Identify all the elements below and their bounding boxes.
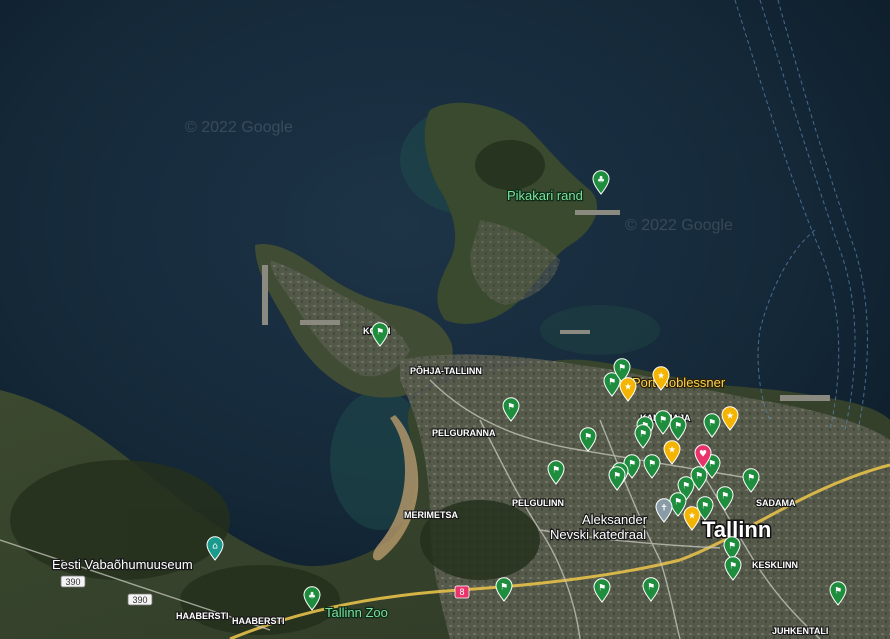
star-icon: ★ bbox=[688, 511, 696, 521]
poi-label-nevsky-1[interactable]: Aleksander bbox=[581, 511, 649, 528]
poi-label-open-air-museum[interactable]: Eesti Vabaõhumuuseum bbox=[51, 556, 194, 573]
flag-icon: ⚑ bbox=[729, 561, 737, 571]
flag-icon: ⚑ bbox=[708, 418, 716, 428]
flag-icon: ⚑ bbox=[639, 429, 647, 439]
map-watermark: © 2022 Google bbox=[185, 119, 293, 136]
flag-icon: ⚑ bbox=[608, 377, 616, 387]
district-label: JUHKENTALI bbox=[772, 626, 828, 636]
flag-icon: ⚑ bbox=[674, 421, 682, 431]
star-icon: ★ bbox=[668, 445, 676, 455]
flag-icon: ⚑ bbox=[728, 541, 736, 551]
star-icon: ★ bbox=[657, 371, 665, 381]
flag-icon: ⚑ bbox=[701, 501, 709, 511]
flag-icon: ⚑ bbox=[618, 363, 626, 373]
flag-icon: ⚑ bbox=[500, 582, 508, 592]
district-label: HAABERSTI bbox=[232, 616, 285, 626]
heart-icon: ♥ bbox=[699, 449, 707, 459]
svg-text:390: 390 bbox=[132, 595, 147, 605]
flag-icon: ⚑ bbox=[613, 471, 621, 481]
flag-icon: ⚑ bbox=[695, 471, 703, 481]
flag-icon: ⚑ bbox=[747, 473, 755, 483]
star-icon: ★ bbox=[624, 382, 632, 392]
flag-icon: ⚑ bbox=[598, 583, 606, 593]
flag-icon: ⚑ bbox=[507, 402, 515, 412]
poi-label-port-noblessner[interactable]: Port Noblessner bbox=[631, 374, 727, 391]
satellite-map[interactable]: © 2022 Google © 2022 Google 390 390 8 KO… bbox=[0, 0, 890, 639]
park-icon: ♣ bbox=[597, 175, 605, 185]
flag-icon: ⚑ bbox=[376, 327, 384, 337]
district-label: HAABERSTI bbox=[176, 611, 229, 621]
museum-icon: ⌂ bbox=[212, 541, 218, 551]
flag-icon: ⚑ bbox=[674, 497, 682, 507]
flag-icon: ⚑ bbox=[721, 491, 729, 501]
district-label: SADAMA bbox=[756, 498, 796, 508]
svg-text:390: 390 bbox=[65, 577, 80, 587]
cross-icon: ✝ bbox=[660, 503, 668, 513]
road-shield: 390 bbox=[60, 575, 86, 588]
map-watermark: © 2022 Google bbox=[625, 217, 733, 234]
star-icon: ★ bbox=[726, 411, 734, 421]
district-label: PELGURANNA bbox=[432, 428, 496, 438]
district-label: PELGULINN bbox=[512, 498, 564, 508]
flag-icon: ⚑ bbox=[648, 459, 656, 469]
flag-icon: ⚑ bbox=[647, 582, 655, 592]
flag-icon: ⚑ bbox=[552, 465, 560, 475]
road-shield: 8 bbox=[454, 585, 470, 599]
poi-label-pikakari-rand[interactable]: Pikakari rand bbox=[506, 187, 584, 204]
flag-icon: ⚑ bbox=[834, 586, 842, 596]
flag-icon: ⚑ bbox=[584, 432, 592, 442]
flag-icon: ⚑ bbox=[628, 459, 636, 469]
district-label: PÕHJA-TALLINN bbox=[410, 366, 482, 376]
district-label: KESKLINN bbox=[752, 560, 798, 570]
district-label: MERIMETSA bbox=[404, 510, 459, 520]
road-shield: 390 bbox=[127, 593, 153, 606]
poi-label-tallinn-zoo[interactable]: Tallinn Zoo bbox=[324, 604, 389, 621]
flag-icon: ⚑ bbox=[682, 481, 690, 491]
svg-text:8: 8 bbox=[459, 587, 464, 597]
flag-icon: ⚑ bbox=[659, 415, 667, 425]
poi-label-nevsky-2[interactable]: Nevski katedraal bbox=[549, 526, 648, 543]
park-icon: ♣ bbox=[308, 591, 316, 601]
flag-icon: ⚑ bbox=[708, 459, 716, 469]
